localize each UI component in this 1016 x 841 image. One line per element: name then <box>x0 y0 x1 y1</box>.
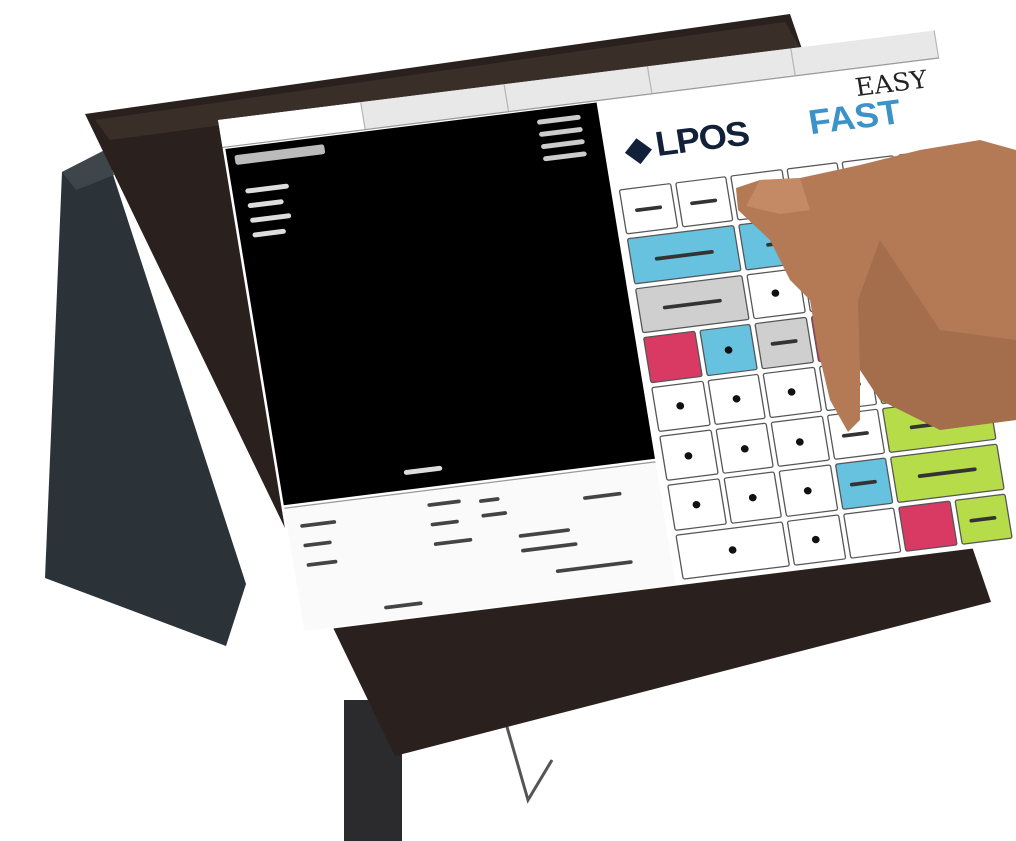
scene: ◆ LPOS FAST EASY <box>0 0 1016 841</box>
hand-illustration <box>736 140 1016 432</box>
